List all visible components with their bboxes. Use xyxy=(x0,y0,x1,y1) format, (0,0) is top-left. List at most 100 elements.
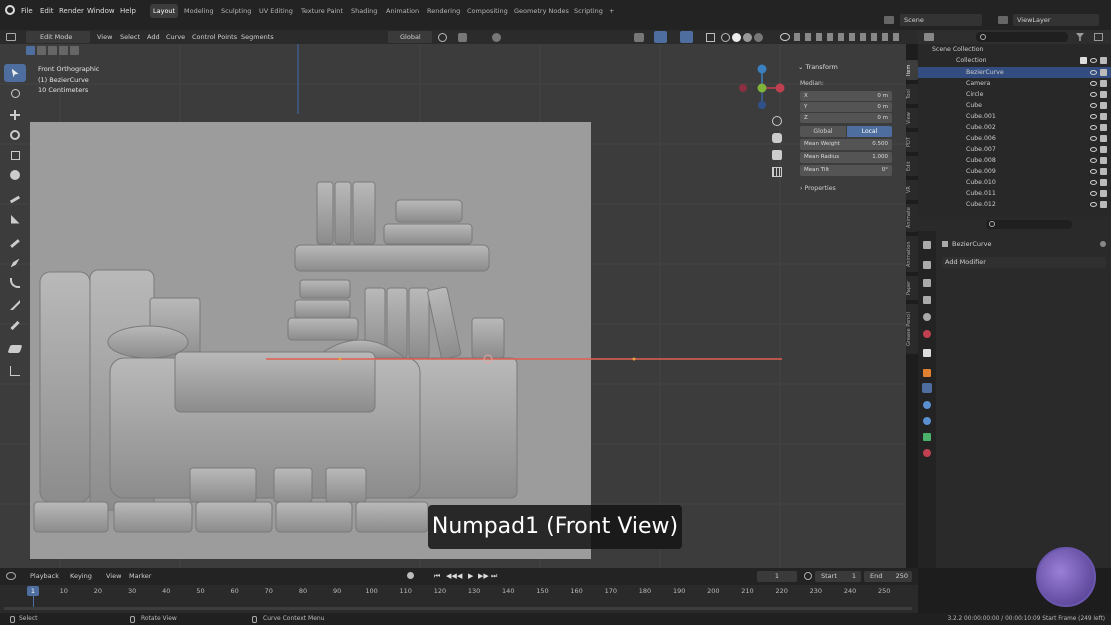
menu-segments[interactable]: Segments xyxy=(241,31,274,43)
eye-icon[interactable] xyxy=(1090,147,1097,152)
tab-tool[interactable]: Tool xyxy=(906,84,918,104)
camera-render-icon[interactable] xyxy=(1100,157,1107,164)
timeline-editor-icon[interactable] xyxy=(6,572,16,580)
camera-render-icon[interactable] xyxy=(1100,168,1107,175)
modifier-props-icon[interactable] xyxy=(922,383,932,393)
cursor-tool-icon[interactable] xyxy=(4,84,26,102)
menu-file[interactable]: File xyxy=(21,4,33,18)
tab-geometry-nodes[interactable]: Geometry Nodes xyxy=(511,4,572,18)
stopwatch-icon[interactable] xyxy=(804,572,812,580)
tab-pdt[interactable]: PDT xyxy=(906,132,918,152)
median-x-field[interactable]: X 0 m xyxy=(800,91,892,101)
select-intersect-mode-icon[interactable] xyxy=(59,46,68,55)
tab-paper[interactable]: Paper xyxy=(906,276,918,300)
editor-type-icon[interactable] xyxy=(6,33,16,41)
mean-tilt-field[interactable]: Mean Tilt 0° xyxy=(800,165,892,176)
menu-view[interactable]: View xyxy=(106,572,121,580)
zoom-icon[interactable] xyxy=(772,116,782,126)
outliner-item-cube-011[interactable]: Cube.011 xyxy=(918,188,1111,199)
global-button[interactable]: Global xyxy=(800,126,846,137)
scene-props-icon[interactable] xyxy=(923,313,931,321)
material-props-icon[interactable] xyxy=(923,449,931,457)
record-icon[interactable] xyxy=(407,572,414,579)
tab-view[interactable]: View xyxy=(906,108,918,128)
rotate-tool-icon[interactable] xyxy=(4,126,26,144)
solid-shading-icon[interactable] xyxy=(732,33,741,42)
menu-edit[interactable]: Edit xyxy=(40,4,54,18)
menu-help[interactable]: Help xyxy=(120,4,136,18)
tab-animation[interactable]: Animation xyxy=(906,236,918,272)
transform-tool-icon[interactable] xyxy=(4,166,26,184)
new-collection-icon[interactable] xyxy=(1094,33,1103,41)
collection-row[interactable]: Collection xyxy=(918,55,1111,66)
display-mode-icon[interactable] xyxy=(924,33,934,41)
eye-icon[interactable] xyxy=(1090,70,1097,75)
view-layer-field[interactable]: ViewLayer xyxy=(1013,14,1099,26)
tab-scripting[interactable]: Scripting xyxy=(571,4,606,18)
mode-dropdown[interactable]: Edit Mode xyxy=(26,31,90,43)
move-tool-icon[interactable] xyxy=(4,106,26,124)
camera-render-icon[interactable] xyxy=(1100,91,1107,98)
scene-collection-row[interactable]: Scene Collection xyxy=(918,44,1111,55)
tab-layout[interactable]: Layout xyxy=(150,4,179,18)
menu-marker[interactable]: Marker xyxy=(129,572,151,580)
menu-curve[interactable]: Curve xyxy=(166,31,185,43)
snap-icon[interactable] xyxy=(458,33,467,42)
menu-control-points[interactable]: Control Points xyxy=(192,31,237,43)
properties-subpanel[interactable]: › Properties xyxy=(800,184,836,194)
3d-viewport[interactable]: Front Orthographic (1) BezierCurve 10 Ce… xyxy=(0,44,906,568)
tab-item[interactable]: Item xyxy=(906,60,918,80)
median-z-field[interactable]: Z 0 m xyxy=(800,113,892,123)
object-props-icon[interactable] xyxy=(923,369,931,377)
randomize-tool-icon[interactable] xyxy=(4,340,26,358)
orientation-dropdown[interactable]: Global xyxy=(388,31,432,43)
select-subtract-mode-icon[interactable] xyxy=(48,46,57,55)
physics-props-icon[interactable] xyxy=(923,401,931,409)
view-object-types-icon[interactable] xyxy=(634,33,644,42)
menu-view[interactable]: View xyxy=(97,31,112,43)
outliner-item-cube[interactable]: Cube xyxy=(918,100,1111,111)
local-button[interactable]: Local xyxy=(847,126,892,137)
tool-props-icon[interactable] xyxy=(923,241,931,249)
tab-compositing[interactable]: Compositing xyxy=(464,4,511,18)
menu-window[interactable]: Window xyxy=(87,4,115,18)
menu-playback[interactable]: Playback xyxy=(30,572,59,580)
view-layer-icon[interactable] xyxy=(998,16,1008,24)
eye-icon[interactable] xyxy=(1090,114,1097,119)
perspective-grid-icon[interactable] xyxy=(772,167,782,177)
scale-tool-icon[interactable] xyxy=(4,146,26,164)
gizmo-toggle-icon[interactable] xyxy=(654,31,667,43)
render-props-icon[interactable] xyxy=(923,261,931,269)
tab-rendering[interactable]: Rendering xyxy=(424,4,463,18)
view-layer-props-icon[interactable] xyxy=(923,296,931,304)
rendered-shading-icon[interactable] xyxy=(754,33,763,42)
camera-render-icon[interactable] xyxy=(1100,102,1107,109)
scene-icon[interactable] xyxy=(884,16,894,24)
outliner-item-cube-007[interactable]: Cube.007 xyxy=(918,144,1111,155)
bezier-curve[interactable] xyxy=(0,44,906,568)
menu-render[interactable]: Render xyxy=(59,4,84,18)
camera-render-icon[interactable] xyxy=(1100,124,1107,131)
navigation-gizmo[interactable] xyxy=(736,64,788,116)
transform-header[interactable]: ⌄ Transform xyxy=(798,62,838,72)
scene-field[interactable]: Scene xyxy=(900,14,982,26)
material-shading-icon[interactable] xyxy=(743,33,752,42)
outliner-search-field[interactable] xyxy=(976,32,1068,42)
camera-render-icon[interactable] xyxy=(1100,57,1107,64)
select-tool-icon[interactable] xyxy=(4,64,26,82)
select-extend-mode-icon[interactable] xyxy=(37,46,46,55)
tab-grease-pencil[interactable]: Grease Pencil xyxy=(906,304,918,354)
eye-icon[interactable] xyxy=(1090,169,1097,174)
play-icon[interactable]: ▶ xyxy=(468,572,473,580)
add-modifier-dropdown[interactable]: Add Modifier xyxy=(942,257,1106,268)
selection-mode-buttons[interactable] xyxy=(26,46,80,56)
measure-tool-icon[interactable] xyxy=(4,210,26,228)
shear-tool-icon[interactable] xyxy=(4,362,26,380)
collection-props-icon[interactable] xyxy=(923,349,931,357)
visibility-eye-icon[interactable] xyxy=(780,33,790,41)
outliner-item-cube-012[interactable]: Cube.012 xyxy=(918,199,1111,210)
eye-icon[interactable] xyxy=(1090,58,1097,63)
tab-animation[interactable]: Animation xyxy=(383,4,422,18)
eye-icon[interactable] xyxy=(1090,158,1097,163)
jump-end-icon[interactable]: ⏭ xyxy=(491,572,497,581)
